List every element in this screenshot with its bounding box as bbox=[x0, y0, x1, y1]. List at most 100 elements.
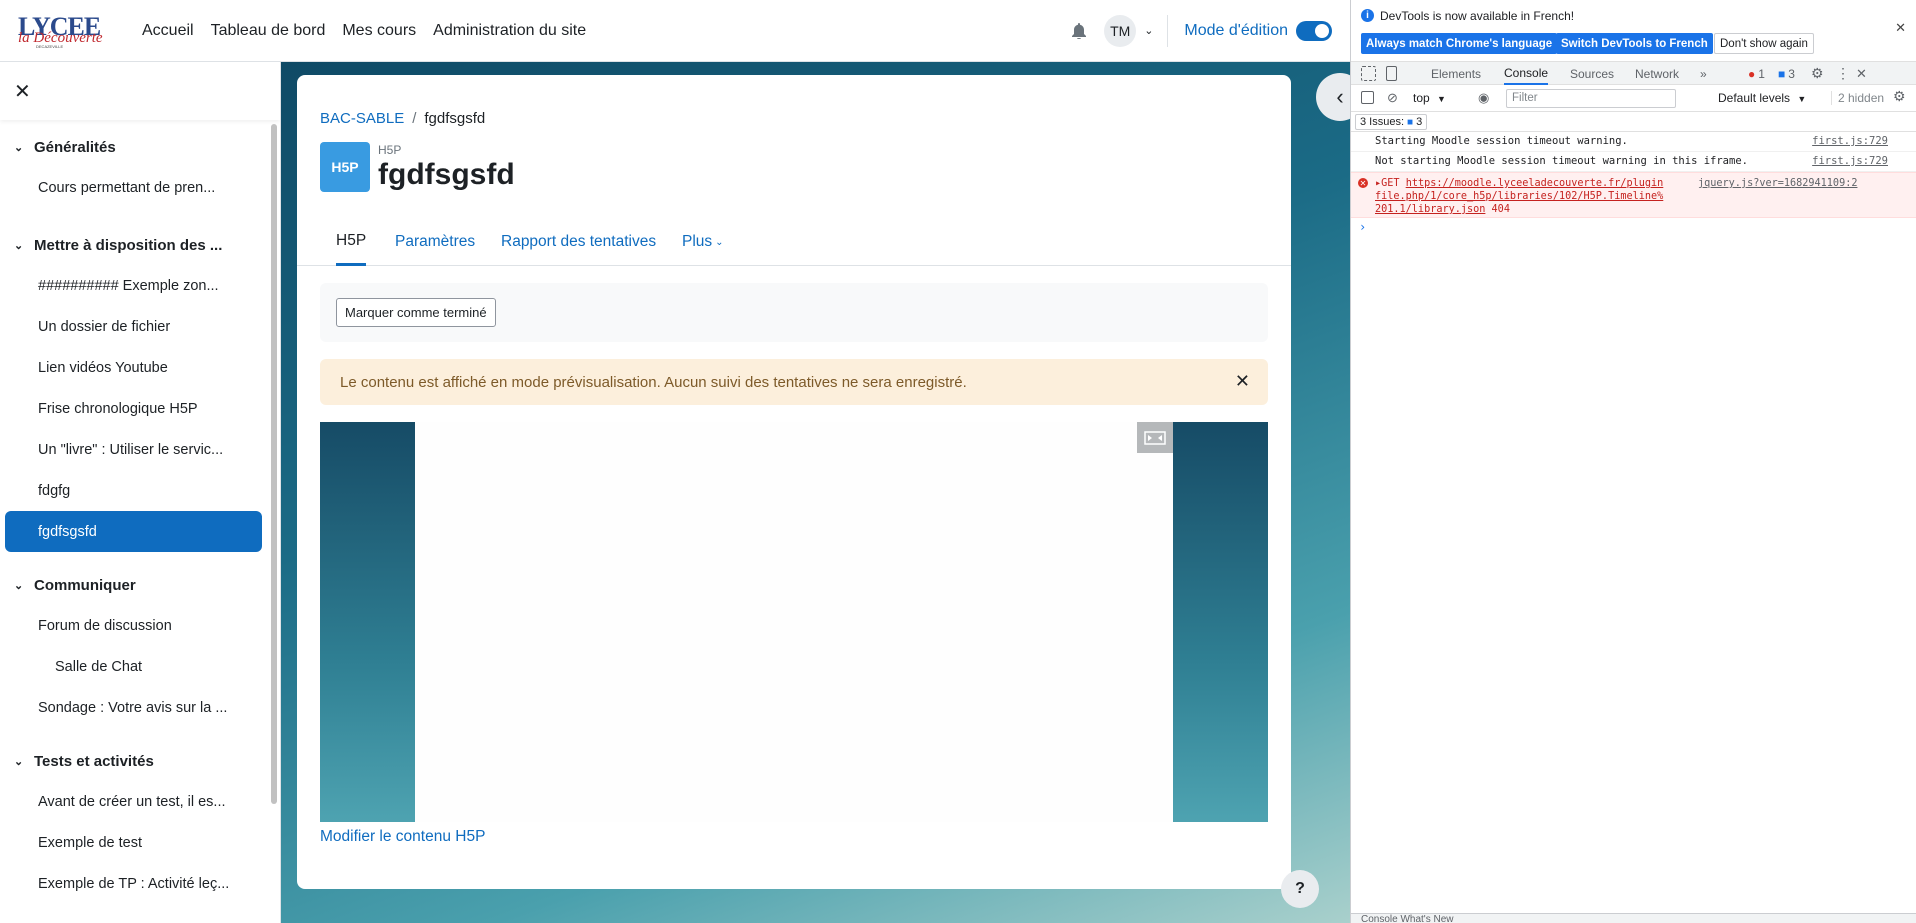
console-log-line: Starting Moodle session timeout warning.… bbox=[1351, 132, 1916, 152]
edit-h5p-content-link[interactable]: Modifier le contenu H5P bbox=[320, 828, 485, 846]
top-navbar: LYCEE la Découverte DECAZEVILLE Accueil … bbox=[0, 0, 1350, 62]
tab-sources[interactable]: Sources bbox=[1570, 62, 1614, 85]
chevron-down-icon[interactable]: ⌄ bbox=[14, 755, 24, 768]
console-error-line: ✕ ▸GET https://moodle.lyceeladecouverte.… bbox=[1351, 172, 1916, 218]
chevron-down-icon[interactable]: ⌄ bbox=[14, 141, 24, 154]
drawer-header: ✕ bbox=[0, 62, 280, 120]
notification-bell-icon[interactable] bbox=[1072, 22, 1087, 39]
course-index-item[interactable]: Avant de créer un test, il es... bbox=[0, 781, 280, 822]
close-alert-icon[interactable]: ✕ bbox=[1235, 371, 1250, 392]
context-selector[interactable]: top ▼ bbox=[1413, 91, 1446, 105]
edit-mode-label: Mode d'édition bbox=[1184, 21, 1288, 39]
section-title: Tests et activités bbox=[34, 752, 154, 770]
course-index-item[interactable]: Salle de Chat bbox=[0, 646, 280, 687]
live-expression-eye-icon[interactable]: ◉ bbox=[1478, 90, 1489, 106]
error-count: 1 bbox=[1758, 66, 1765, 81]
settings-gear-icon[interactable]: ⚙ bbox=[1811, 62, 1824, 85]
site-logo[interactable]: LYCEE la Découverte DECAZEVILLE bbox=[12, 0, 122, 62]
chevron-down-icon[interactable]: ⌄ bbox=[14, 239, 24, 252]
chevron-down-icon: ▼ bbox=[1797, 94, 1807, 104]
error-counter[interactable]: ● 1 bbox=[1748, 62, 1765, 85]
device-toolbar-icon[interactable] bbox=[1386, 66, 1397, 81]
edit-mode-toggle[interactable] bbox=[1296, 20, 1332, 41]
mark-as-done-button[interactable]: Marquer comme terminé bbox=[336, 298, 496, 327]
timeline-right-panel bbox=[1173, 422, 1268, 822]
tab-h5p[interactable]: H5P bbox=[336, 218, 367, 266]
course-index-item[interactable]: Cours permettant de pren... bbox=[0, 167, 280, 208]
course-index-item[interactable]: Un "livre" : Utiliser le servic... bbox=[0, 429, 280, 470]
course-index-item-active[interactable]: fgdfsgsfd bbox=[5, 511, 262, 552]
clear-console-icon[interactable]: ⊘ bbox=[1387, 90, 1398, 106]
section-title: Mettre à disposition des ... bbox=[34, 236, 223, 254]
message-counter[interactable]: ■ 3 bbox=[1778, 62, 1795, 85]
console-filter-input[interactable]: Filter bbox=[1506, 89, 1676, 108]
course-index-item[interactable]: Exemple de test bbox=[0, 822, 280, 863]
error-url-line2[interactable]: file.php/1/core_h5p/libraries/102/H5P.Ti… bbox=[1375, 191, 1663, 202]
message-icon: ■ bbox=[1778, 66, 1786, 81]
issues-badge[interactable]: 3 Issues: ■ 3 bbox=[1355, 114, 1428, 130]
timeline-left-panel bbox=[320, 422, 415, 822]
error-url-line1[interactable]: https://moodle.lyceeladecouverte.fr/plug… bbox=[1406, 178, 1664, 189]
user-menu-chevron-down-icon[interactable]: ⌄ bbox=[1144, 24, 1153, 37]
tab-network[interactable]: Network bbox=[1635, 62, 1679, 85]
console-toolbar: ⊘ top ▼ ◉ Filter Default levels ▼ 2 hidd… bbox=[1351, 85, 1916, 112]
tab-console[interactable]: Console bbox=[1504, 62, 1549, 85]
course-index-item[interactable]: fdgfg bbox=[0, 470, 280, 511]
course-index-item[interactable]: Lien vidéos Youtube bbox=[0, 347, 280, 388]
error-icon: ● bbox=[1748, 66, 1756, 81]
match-chrome-language-button[interactable]: Always match Chrome's language bbox=[1361, 33, 1558, 54]
log-text: Not starting Moodle session timeout warn… bbox=[1375, 155, 1748, 167]
section-mettre-a-disposition[interactable]: ⌄ Mettre à disposition des ... bbox=[14, 225, 280, 265]
section-tests-et-activites[interactable]: ⌄ Tests et activités bbox=[14, 741, 280, 781]
section-communiquer[interactable]: ⌄ Communiquer bbox=[14, 565, 280, 605]
course-index-item[interactable]: Exemple de TP : Activité leç... bbox=[0, 863, 280, 904]
error-source-link[interactable]: jquery.js?ver=1682941109:2 bbox=[1698, 177, 1857, 190]
more-options-icon[interactable]: ⋮ bbox=[1836, 62, 1850, 85]
activity-type-label: H5P bbox=[378, 143, 402, 157]
tab-plus[interactable]: Plus ⌄ bbox=[682, 218, 724, 266]
console-settings-gear-icon[interactable]: ⚙ bbox=[1893, 88, 1906, 105]
chevron-down-icon: ▼ bbox=[1437, 94, 1446, 104]
chevron-down-icon[interactable]: ⌄ bbox=[14, 579, 24, 592]
page-title: fgdfsgsfd bbox=[378, 158, 515, 191]
info-icon: i bbox=[1361, 9, 1374, 22]
tab-parametres[interactable]: Paramètres bbox=[395, 218, 475, 266]
log-levels-dropdown[interactable]: Default levels ▼ bbox=[1718, 91, 1806, 105]
inspect-element-icon[interactable] bbox=[1361, 66, 1376, 81]
log-source-link[interactable]: first.js:729 bbox=[1812, 135, 1888, 147]
course-index-item[interactable]: Forum de discussion bbox=[0, 605, 280, 646]
breadcrumb-course-link[interactable]: BAC-SABLE bbox=[320, 110, 404, 127]
error-url-line3[interactable]: 201.1/library.json bbox=[1375, 204, 1485, 215]
h5p-content-iframe[interactable] bbox=[320, 422, 1268, 822]
context-label: top bbox=[1413, 91, 1430, 105]
course-index-item[interactable]: Frise chronologique H5P bbox=[0, 388, 280, 429]
drawer-scrollbar[interactable] bbox=[271, 124, 277, 804]
dont-show-again-button[interactable]: Don't show again bbox=[1714, 33, 1814, 54]
more-tabs-chevron-icon[interactable]: » bbox=[1700, 62, 1707, 85]
drawer-tab-bar[interactable]: Console What's New bbox=[1351, 913, 1916, 923]
course-index-item[interactable]: ########## Exemple zon... bbox=[0, 265, 280, 306]
switch-to-french-button[interactable]: Switch DevTools to French bbox=[1556, 33, 1713, 54]
user-avatar[interactable]: TM bbox=[1104, 14, 1137, 47]
course-index-item[interactable]: Sondage : Votre avis sur la ... bbox=[0, 687, 280, 728]
console-prompt-chevron-icon[interactable]: › bbox=[1351, 220, 1916, 234]
sidebar-toggle-icon[interactable] bbox=[1361, 91, 1374, 104]
preview-alert: Le contenu est affiché en mode prévisual… bbox=[320, 359, 1268, 405]
nav-site-admin[interactable]: Administration du site bbox=[433, 22, 586, 40]
issues-bar: 3 Issues: ■ 3 bbox=[1351, 112, 1916, 132]
course-index-item[interactable]: Un dossier de fichier bbox=[0, 306, 280, 347]
tab-elements[interactable]: Elements bbox=[1431, 62, 1481, 85]
close-drawer-icon[interactable]: ✕ bbox=[14, 79, 31, 104]
fullscreen-icon[interactable] bbox=[1137, 422, 1173, 453]
nav-my-courses[interactable]: Mes cours bbox=[342, 22, 416, 40]
close-devtools-icon[interactable]: ✕ bbox=[1856, 62, 1867, 85]
close-infobar-icon[interactable]: ✕ bbox=[1895, 20, 1906, 36]
log-source-link[interactable]: first.js:729 bbox=[1812, 155, 1888, 167]
section-generalites[interactable]: ⌄ Généralités bbox=[14, 127, 280, 167]
nav-home[interactable]: Accueil bbox=[142, 22, 194, 40]
nav-dashboard[interactable]: Tableau de bord bbox=[211, 22, 326, 40]
error-method: GET bbox=[1381, 178, 1400, 189]
tab-rapport-tentatives[interactable]: Rapport des tentatives bbox=[501, 218, 656, 266]
help-button[interactable]: ? bbox=[1281, 870, 1319, 908]
primary-navigation: Accueil Tableau de bord Mes cours Admini… bbox=[142, 22, 586, 40]
